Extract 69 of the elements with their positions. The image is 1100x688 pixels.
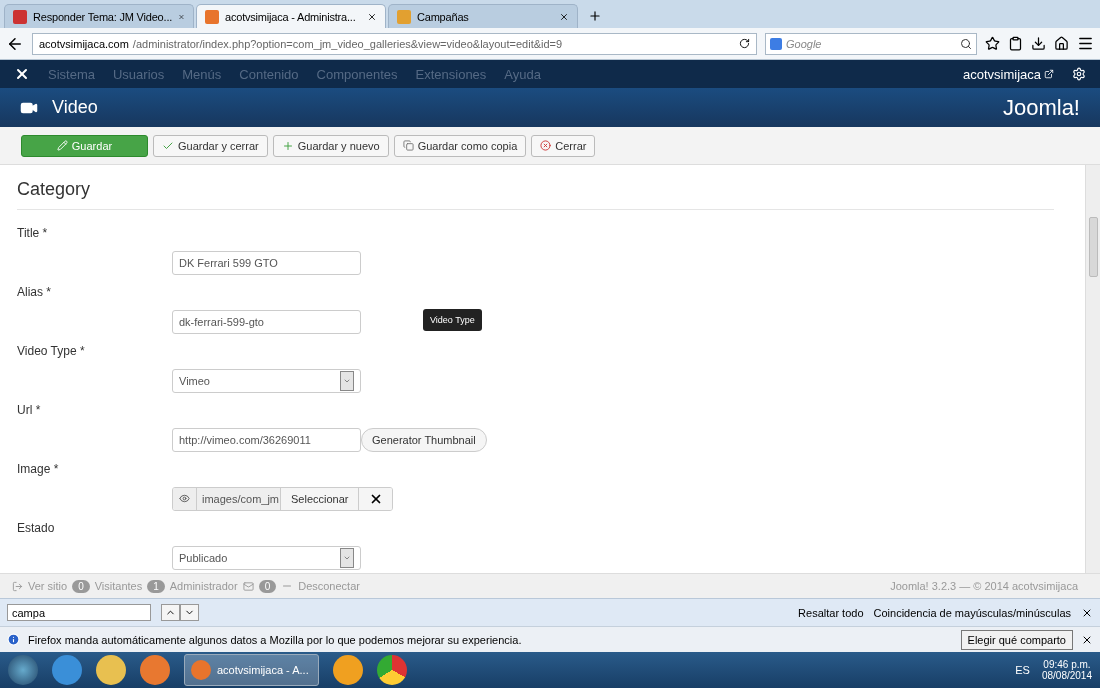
reload-icon[interactable] bbox=[739, 38, 750, 49]
clock[interactable]: 09:46 p.m. 08/08/2014 bbox=[1041, 659, 1092, 681]
browser-tab[interactable]: acotvsimijaca - Administra... bbox=[196, 4, 386, 28]
new-tab-icon[interactable] bbox=[588, 9, 602, 23]
menu-icon[interactable] bbox=[1077, 35, 1094, 52]
external-link-icon bbox=[1044, 69, 1054, 79]
section-title: Category bbox=[17, 179, 1054, 210]
toolbar-button[interactable]: Guardar y cerrar bbox=[153, 134, 268, 157]
count-badge: 0 bbox=[258, 579, 277, 593]
plus-icon bbox=[281, 139, 294, 152]
select-button[interactable]: Seleccionar bbox=[281, 487, 360, 510]
favicon-icon bbox=[13, 9, 27, 24]
search-field[interactable]: Google bbox=[765, 32, 977, 55]
text-field[interactable]: dk-ferrari-599-gto bbox=[172, 309, 361, 334]
close-icon[interactable] bbox=[367, 11, 377, 22]
status-text: Visitantes bbox=[94, 580, 143, 592]
browser-tab[interactable]: Campañas bbox=[388, 4, 578, 28]
field-label: Url * bbox=[17, 403, 42, 419]
search-icon[interactable] bbox=[960, 37, 972, 50]
field-label: Alias * bbox=[17, 285, 52, 301]
mail-icon bbox=[242, 580, 254, 592]
clear-button[interactable] bbox=[359, 487, 393, 510]
url-field[interactable]: http://vimeo.com/36269011 bbox=[172, 427, 361, 452]
external-icon bbox=[12, 580, 23, 592]
toolbar-button[interactable]: Guardar y nuevo bbox=[272, 134, 389, 157]
info-icon bbox=[7, 633, 20, 646]
page-title: Video bbox=[52, 97, 99, 118]
copy-icon bbox=[402, 140, 414, 151]
settings-icon[interactable] bbox=[1072, 67, 1086, 81]
find-option[interactable]: Coincidencia de mayúsculas/minúsculas bbox=[873, 606, 1071, 619]
edit-icon bbox=[56, 140, 68, 151]
taskbar-window[interactable]: acotvsimijaca - A... bbox=[184, 654, 319, 686]
next-button[interactable] bbox=[180, 604, 199, 621]
scrollbar[interactable] bbox=[1085, 165, 1100, 573]
find-option[interactable]: Resaltar todo bbox=[798, 606, 864, 619]
address-field[interactable]: acotvsimijaca.com /administrator/index.php?option=com_jm_video_galleries&view=video&layout=edit&id=9 bbox=[32, 32, 757, 55]
notification-button[interactable]: Elegir qué comparto bbox=[960, 629, 1073, 650]
browser-tab[interactable]: Responder Tema: JM Video... bbox=[4, 4, 194, 28]
close-icon bbox=[540, 140, 552, 151]
field-label: Video Type * bbox=[17, 344, 86, 360]
notification-text: Firefox manda automáticamente algunos datos a Mozilla por lo que podemos mejorar su experiencia. bbox=[28, 633, 523, 646]
tooltip: Video Type bbox=[423, 309, 482, 331]
count-badge: 1 bbox=[147, 579, 165, 593]
close-icon[interactable] bbox=[559, 11, 569, 22]
language-indicator[interactable]: ES bbox=[1015, 664, 1030, 676]
preview-icon[interactable] bbox=[179, 493, 190, 504]
version-text: Joomla! 3.2.3 — © 2014 acotvsimijaca bbox=[890, 580, 1078, 592]
user-link[interactable]: acotvsimijaca bbox=[962, 66, 1054, 82]
toolbar-button[interactable]: Guardar como copia bbox=[393, 134, 527, 157]
download-icon[interactable] bbox=[1031, 36, 1046, 51]
field-label: Title * bbox=[17, 226, 49, 242]
favicon-icon bbox=[205, 9, 219, 24]
select-field[interactable]: Vimeo bbox=[172, 368, 361, 393]
star-icon[interactable] bbox=[985, 36, 1000, 51]
generate-button[interactable]: Generator Thumbnail bbox=[361, 427, 487, 452]
toolbar-button[interactable]: Cerrar bbox=[531, 134, 596, 157]
image-path-field[interactable]: images/com_jm bbox=[197, 487, 281, 510]
favicon-icon bbox=[397, 9, 411, 24]
count-badge: 0 bbox=[72, 579, 90, 593]
select-field[interactable]: Publicado bbox=[172, 545, 361, 570]
field-label: Image * bbox=[17, 462, 60, 478]
find-field[interactable]: campa bbox=[7, 604, 151, 621]
status-text: Administrador bbox=[169, 580, 238, 592]
logo: Joomla! bbox=[1002, 94, 1080, 121]
field-label: Estado bbox=[17, 521, 56, 537]
clipboard-icon[interactable] bbox=[1008, 36, 1023, 51]
previous-button[interactable] bbox=[161, 604, 180, 621]
home-icon[interactable] bbox=[1054, 36, 1069, 51]
text-field[interactable]: DK Ferrari 599 GTO bbox=[172, 250, 361, 275]
